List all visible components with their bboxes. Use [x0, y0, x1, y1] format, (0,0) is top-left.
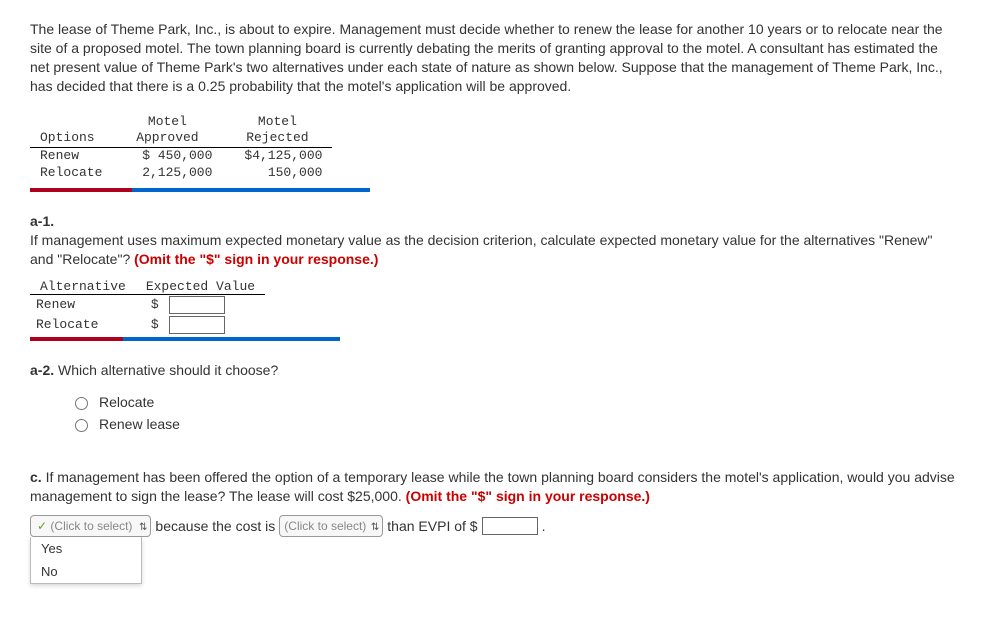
table-row: Relocate $: [30, 315, 265, 335]
dd-item-yes[interactable]: Yes: [31, 537, 141, 560]
dollar-sign: $: [136, 294, 163, 315]
col-alternative: Alternative: [30, 279, 136, 295]
c-note: (Omit the "$" sign in your response.): [406, 488, 650, 504]
a1-label: a-1.: [30, 213, 54, 229]
evpi-input[interactable]: [482, 517, 538, 535]
a1-note: (Omit the "$" sign in your response.): [134, 251, 378, 267]
radio-renew-lease[interactable]: [75, 419, 88, 432]
c-select-2-placeholder: (Click to select): [284, 519, 366, 533]
updown-icon: ⇅: [139, 518, 147, 538]
c-select-1-list: Yes No: [30, 537, 142, 584]
c-select-1-placeholder: (Click to select): [50, 519, 132, 533]
dd-item-no[interactable]: No: [31, 560, 141, 583]
check-icon: ✓: [37, 519, 47, 533]
c-mid1: because the cost is: [155, 518, 275, 534]
table-row: Renew $ 450,000 $4,125,000: [30, 148, 332, 165]
c-mid2: than EVPI of $: [387, 518, 477, 534]
divider-bar: [30, 337, 340, 341]
relocate-approved: 2,125,000: [112, 165, 222, 182]
a2-label: a-2.: [30, 362, 54, 378]
divider-bar: [30, 188, 370, 192]
col-approved-top: Motel: [112, 114, 222, 131]
question-a2: a-2. Which alternative should it choose?: [30, 361, 957, 380]
a2-text: Which alternative should it choose?: [54, 362, 278, 378]
table-row: Renew $: [30, 294, 265, 315]
col-rejected-bot: Rejected: [222, 130, 332, 147]
ev-table: Alternative Expected Value Renew $ Reloc…: [30, 279, 265, 335]
dollar-sign: $: [136, 315, 163, 335]
relocate-rejected: 150,000: [222, 165, 332, 182]
col-options: Options: [30, 130, 112, 147]
radio-renew-lease-label: Renew lease: [99, 416, 180, 432]
c-label: c.: [30, 469, 42, 485]
alt-relocate: Relocate: [30, 315, 136, 335]
question-a1: a-1. If management uses maximum expected…: [30, 212, 957, 269]
radio-relocate-label: Relocate: [99, 394, 154, 410]
c-select-1-container: ✓ (Click to select) ⇅ Yes No: [30, 515, 151, 537]
col-approved-bot: Approved: [112, 130, 222, 147]
payoff-table: Motel Motel Options Approved Rejected Re…: [30, 114, 332, 183]
radio-relocate[interactable]: [75, 397, 88, 410]
renew-ev-input[interactable]: [169, 296, 225, 314]
relocate-ev-input[interactable]: [169, 316, 225, 334]
table-row: Relocate 2,125,000 150,000: [30, 165, 332, 182]
c-select-1[interactable]: ✓ (Click to select) ⇅: [30, 515, 151, 537]
c-period: .: [542, 518, 546, 534]
col-expected-value: Expected Value: [136, 279, 265, 295]
question-c: c. If management has been offered the op…: [30, 468, 957, 506]
updown-icon: ⇅: [371, 518, 379, 538]
alt-renew: Renew: [30, 294, 136, 315]
col-rejected-top: Motel: [222, 114, 332, 131]
problem-intro: The lease of Theme Park, Inc., is about …: [30, 20, 957, 96]
c-select-2[interactable]: (Click to select) ⇅: [279, 515, 383, 537]
renew-rejected: $4,125,000: [222, 148, 332, 165]
a2-radio-group: Relocate Renew lease: [70, 394, 957, 432]
c-answer-row: ✓ (Click to select) ⇅ Yes No because the…: [30, 515, 957, 537]
opt-renew: Renew: [30, 148, 112, 165]
renew-approved: $ 450,000: [112, 148, 222, 165]
opt-relocate: Relocate: [30, 165, 112, 182]
